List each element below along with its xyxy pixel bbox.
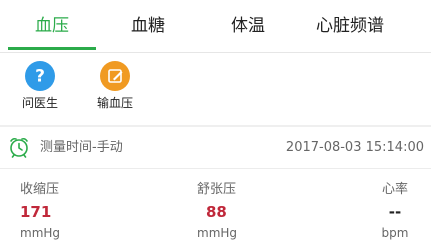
heart-rate-unit: bpm <box>381 226 409 240</box>
diastolic-unit: mmHg <box>197 226 238 240</box>
question-icon: ? <box>25 61 55 91</box>
tab-blood-sugar[interactable]: 血糖 <box>104 14 192 38</box>
diastolic-label: 舒张压 <box>197 182 237 197</box>
enter-bp-button[interactable]: 输血压 <box>84 61 144 113</box>
diastolic-value: 88 <box>206 203 227 221</box>
record-divider <box>0 168 431 169</box>
ask-doctor-button[interactable]: ? 问医生 <box>9 61 69 113</box>
tab-bar: 血压 血糖 体温 心脏频谱 <box>0 0 431 52</box>
record-header: 测量时间-手动 2017-08-03 15:14:00 <box>0 127 431 167</box>
enter-bp-label: 输血压 <box>96 96 133 110</box>
svg-text:?: ? <box>35 67 45 87</box>
measure-method-label: 测量时间-手动 <box>40 140 123 155</box>
tab-heart-spectrum[interactable]: 心脏频谱 <box>300 14 400 38</box>
heart-rate-metric: 心率 -- bpm <box>360 181 430 241</box>
measure-time: 2017-08-03 15:14:00 <box>285 140 424 155</box>
tab-temperature[interactable]: 体温 <box>204 14 292 38</box>
systolic-value: 171 <box>20 203 52 221</box>
systolic-label: 收缩压 <box>20 182 60 197</box>
edit-icon <box>100 61 130 91</box>
tab-active-indicator <box>8 47 96 50</box>
systolic-metric: 收缩压 171 mmHg <box>20 181 90 241</box>
heart-rate-label: 心率 <box>381 182 408 197</box>
diastolic-metric: 舒张压 88 mmHg <box>197 181 267 241</box>
heart-rate-value: -- <box>388 203 402 221</box>
systolic-unit: mmHg <box>20 226 61 240</box>
tab-bar-divider <box>0 52 431 53</box>
alarm-clock-icon <box>8 136 30 158</box>
tab-blood-pressure[interactable]: 血压 <box>8 14 96 38</box>
ask-doctor-label: 问医生 <box>21 96 58 110</box>
